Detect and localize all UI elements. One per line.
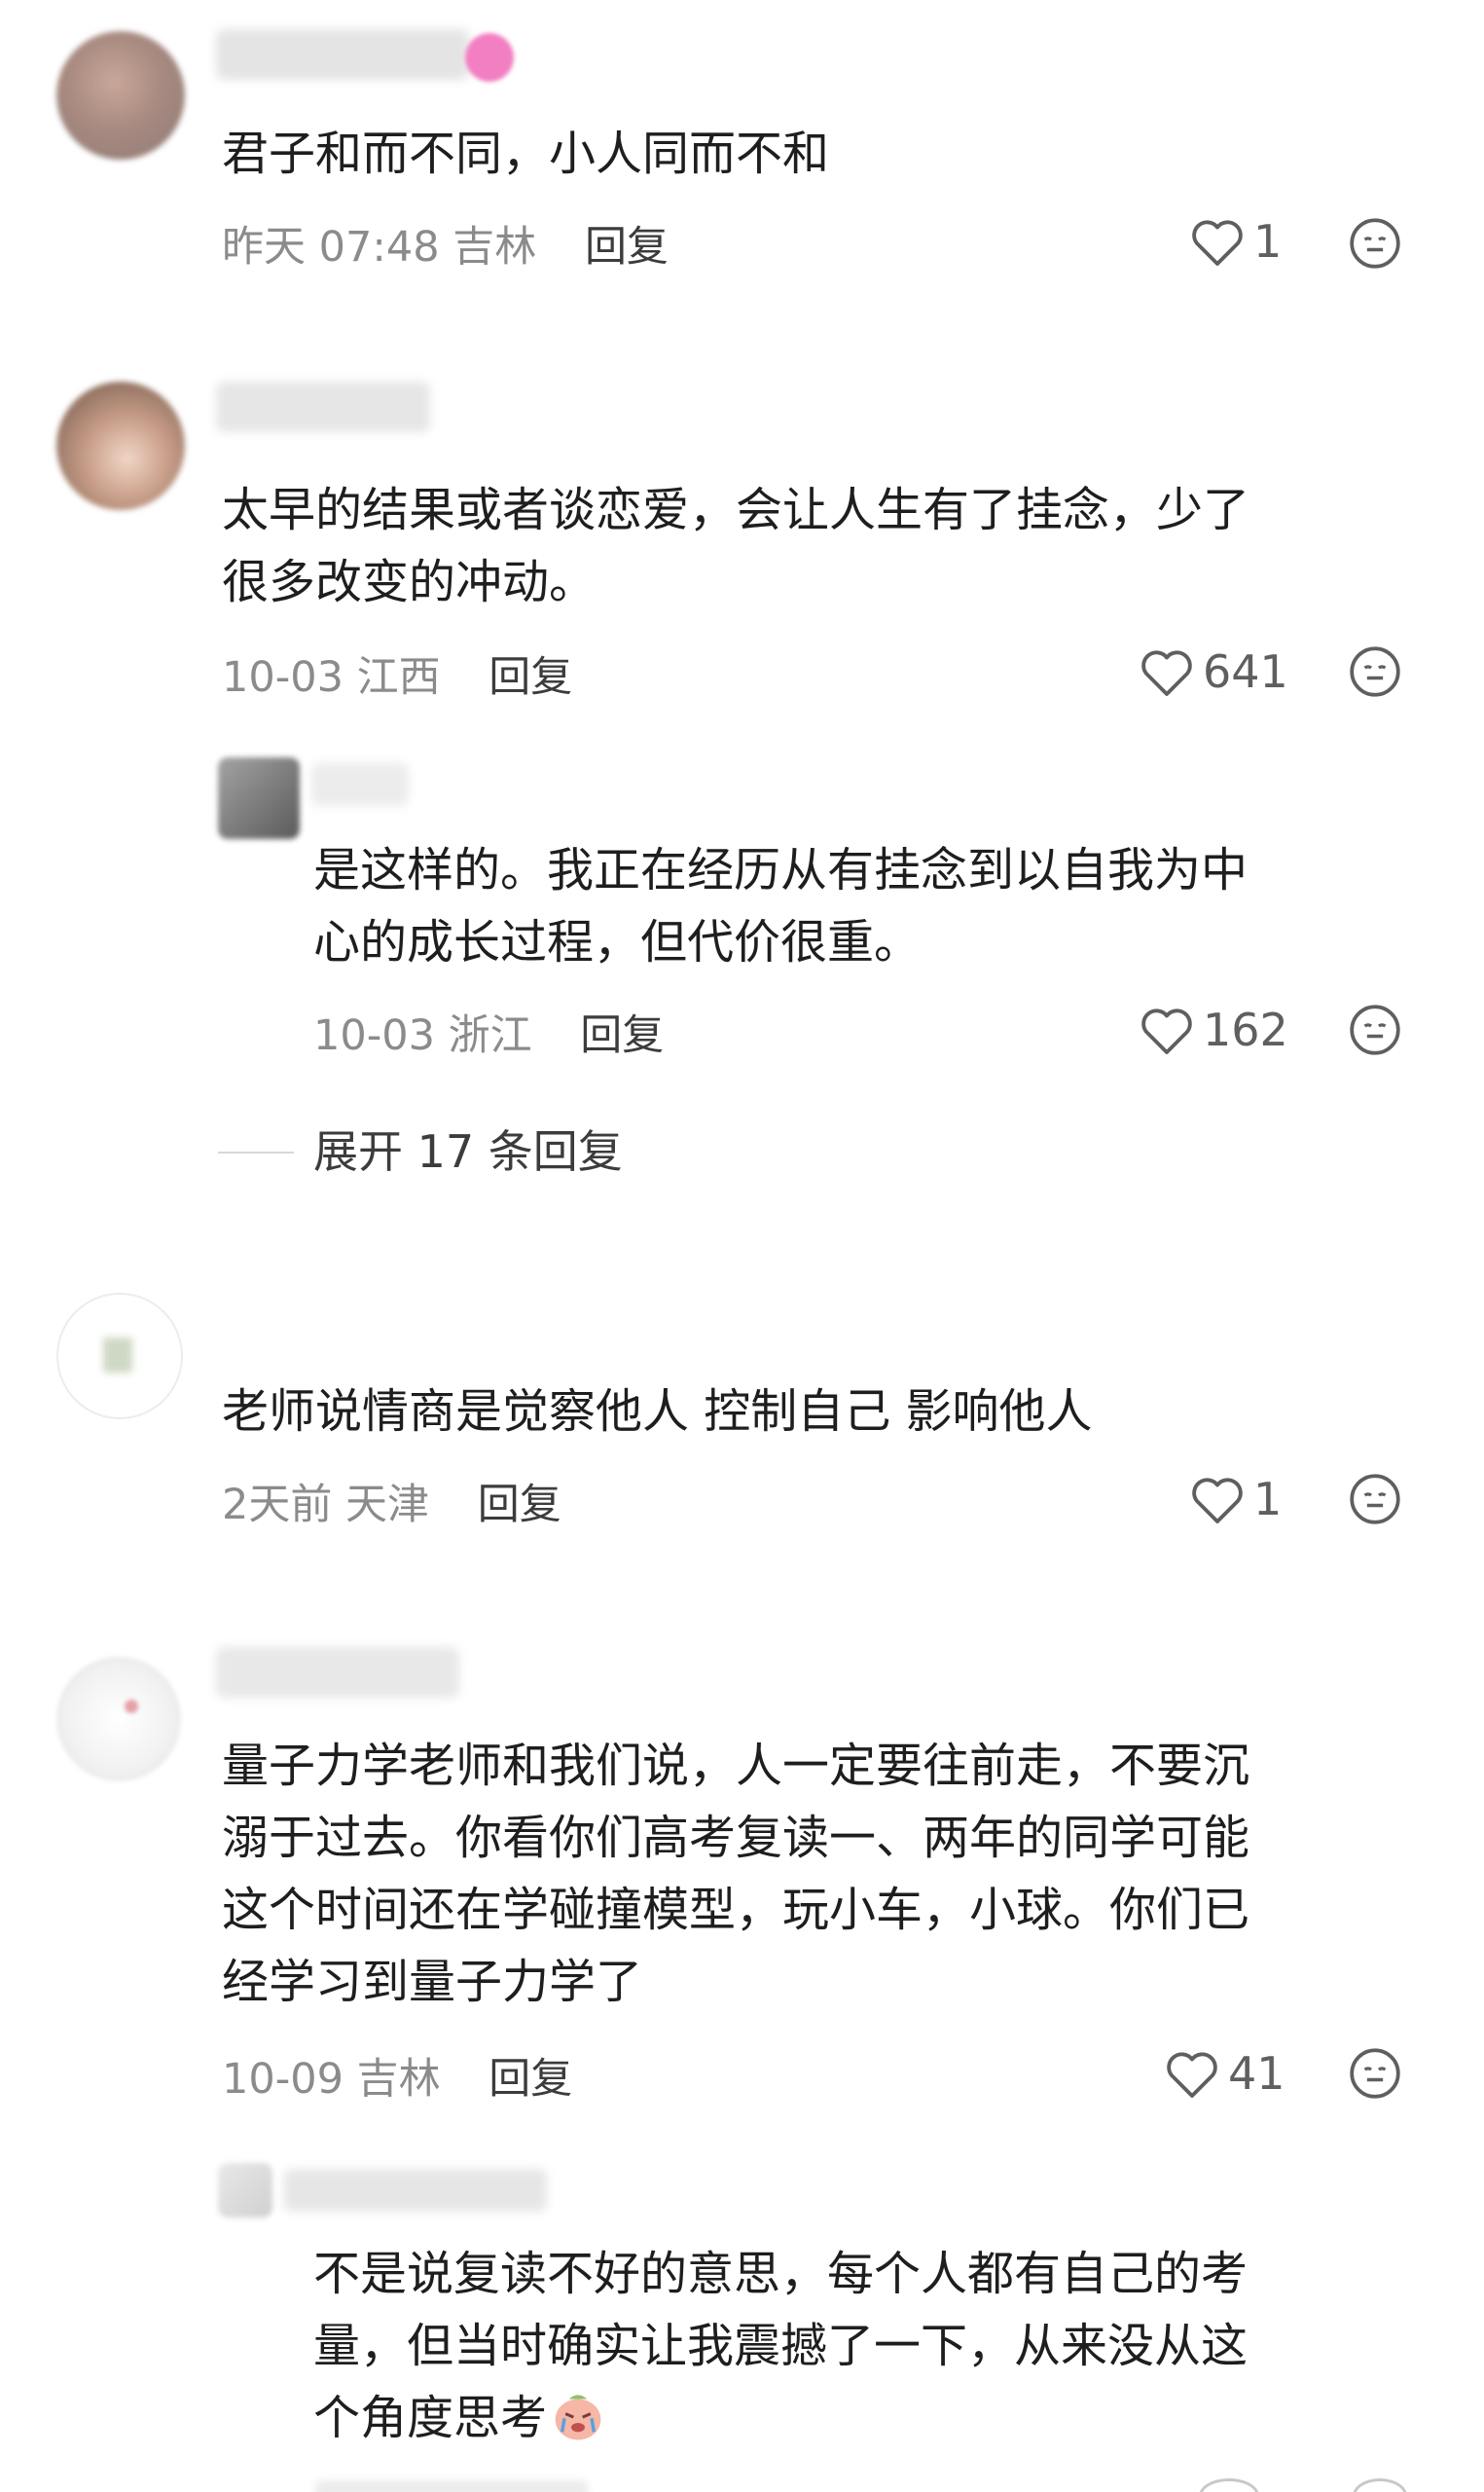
- comment-text-line: 溺于过去。你看你们高考复读一、两年的同学可能: [222, 1811, 1250, 1865]
- emoji-react-icon[interactable]: [1348, 1472, 1402, 1526]
- reply-button[interactable]: 回复: [489, 653, 572, 702]
- comment-time: 10-03: [222, 653, 344, 702]
- reply-button[interactable]: 回复: [585, 223, 669, 272]
- reply-text-line-with-emoji: 个角度思考: [313, 2381, 605, 2455]
- reply-button[interactable]: 回复: [489, 2055, 572, 2104]
- comment-meta: 2天前 天津 回复: [222, 1476, 561, 1534]
- comment-meta: 昨天 07:48 吉林 回复: [222, 218, 669, 276]
- next-row-partial: [0, 2473, 1484, 2492]
- comment-meta: 10-03 江西 回复: [222, 648, 572, 707]
- avatar[interactable]: [56, 382, 185, 510]
- comment-text-line: 很多改变的冲动。: [222, 555, 597, 609]
- reply-text-line: 是这样的。我正在经历从有挂念到以自我为中: [313, 843, 1249, 898]
- comment-time: 昨天 07:48: [222, 223, 440, 272]
- reply-text-line: 心的成长过程，但代价很重。: [313, 915, 922, 970]
- like-button[interactable]: 41: [1164, 2044, 1285, 2103]
- avatar[interactable]: [218, 2163, 272, 2217]
- comment-text-line: 太早的结果或者谈恋爱，会让人生有了挂念，少了: [222, 483, 1250, 537]
- avatar[interactable]: [56, 1657, 181, 1781]
- reply-text-segment: 个角度思考: [313, 2391, 548, 2445]
- user-badge: [465, 33, 514, 82]
- comment-text-line: 这个时间还在学碰撞模型，玩小车，小球。你们已: [222, 1883, 1250, 1937]
- comment-time: 2天前: [222, 1481, 333, 1529]
- comment-text-line: 经学习到量子力学了: [222, 1955, 643, 2009]
- comment-location: 天津: [345, 1481, 430, 1529]
- comment-location: 吉林: [356, 2055, 441, 2104]
- emoji-react-icon[interactable]: [1348, 644, 1402, 699]
- username-blurred[interactable]: [284, 2169, 547, 2212]
- username-blurred[interactable]: [311, 763, 409, 806]
- like-count: 1: [1253, 215, 1283, 268]
- expand-divider: [218, 1152, 294, 1154]
- heart-icon: [1192, 220, 1243, 266]
- emoji-react-icon[interactable]: [1348, 2046, 1402, 2101]
- crying-face-sticker-icon: [555, 2395, 601, 2440]
- heart-icon: [1167, 2052, 1217, 2098]
- comment-text: 老师说情商是觉察他人 控制自己 影响他人: [222, 1384, 1093, 1439]
- reply-text-line: 量，但当时确实让我震撼了一下，从来没从这: [313, 2319, 1249, 2373]
- reply-time: 10-03: [313, 1011, 435, 1060]
- username-blurred[interactable]: [216, 1647, 459, 1698]
- reply-meta: 10-03 浙江 回复: [313, 1007, 664, 1065]
- avatar[interactable]: [56, 1293, 183, 1419]
- reply-text-line: 不是说复读不好的意思，每个人都有自己的考: [313, 2247, 1249, 2301]
- comment-text-line: 量子力学老师和我们说，人一定要往前走，不要沉: [222, 1739, 1250, 1793]
- like-button[interactable]: 1: [1189, 212, 1282, 271]
- like-count: 641: [1203, 645, 1288, 698]
- like-count: 162: [1203, 1004, 1288, 1056]
- comment-text: 君子和而不同，小人同而不和: [222, 127, 830, 181]
- heart-icon: [1192, 1478, 1243, 1523]
- like-button[interactable]: 641: [1139, 642, 1288, 701]
- like-count: 41: [1228, 2047, 1285, 2100]
- like-button[interactable]: 1: [1189, 1470, 1282, 1528]
- reply-button[interactable]: 回复: [478, 1481, 561, 1529]
- comment-time: 10-09: [222, 2055, 344, 2104]
- avatar[interactable]: [56, 31, 185, 160]
- like-count: 1: [1253, 1473, 1283, 1525]
- avatar[interactable]: [218, 757, 300, 839]
- comment-meta: 10-09 吉林 回复: [222, 2050, 572, 2108]
- expand-replies-button[interactable]: 展开 17 条回复: [313, 1122, 623, 1181]
- reply-location: 浙江: [448, 1011, 532, 1060]
- comment-location: 江西: [356, 653, 441, 702]
- reply-button[interactable]: 回复: [580, 1011, 664, 1060]
- heart-icon: [1141, 1008, 1192, 1054]
- username-blurred[interactable]: [216, 382, 430, 432]
- like-button[interactable]: 162: [1139, 1001, 1288, 1059]
- emoji-react-icon[interactable]: [1348, 1003, 1402, 1057]
- emoji-react-icon[interactable]: [1348, 216, 1402, 271]
- username-blurred[interactable]: [216, 29, 469, 80]
- heart-icon: [1141, 650, 1192, 696]
- comment-location: 吉林: [452, 223, 537, 272]
